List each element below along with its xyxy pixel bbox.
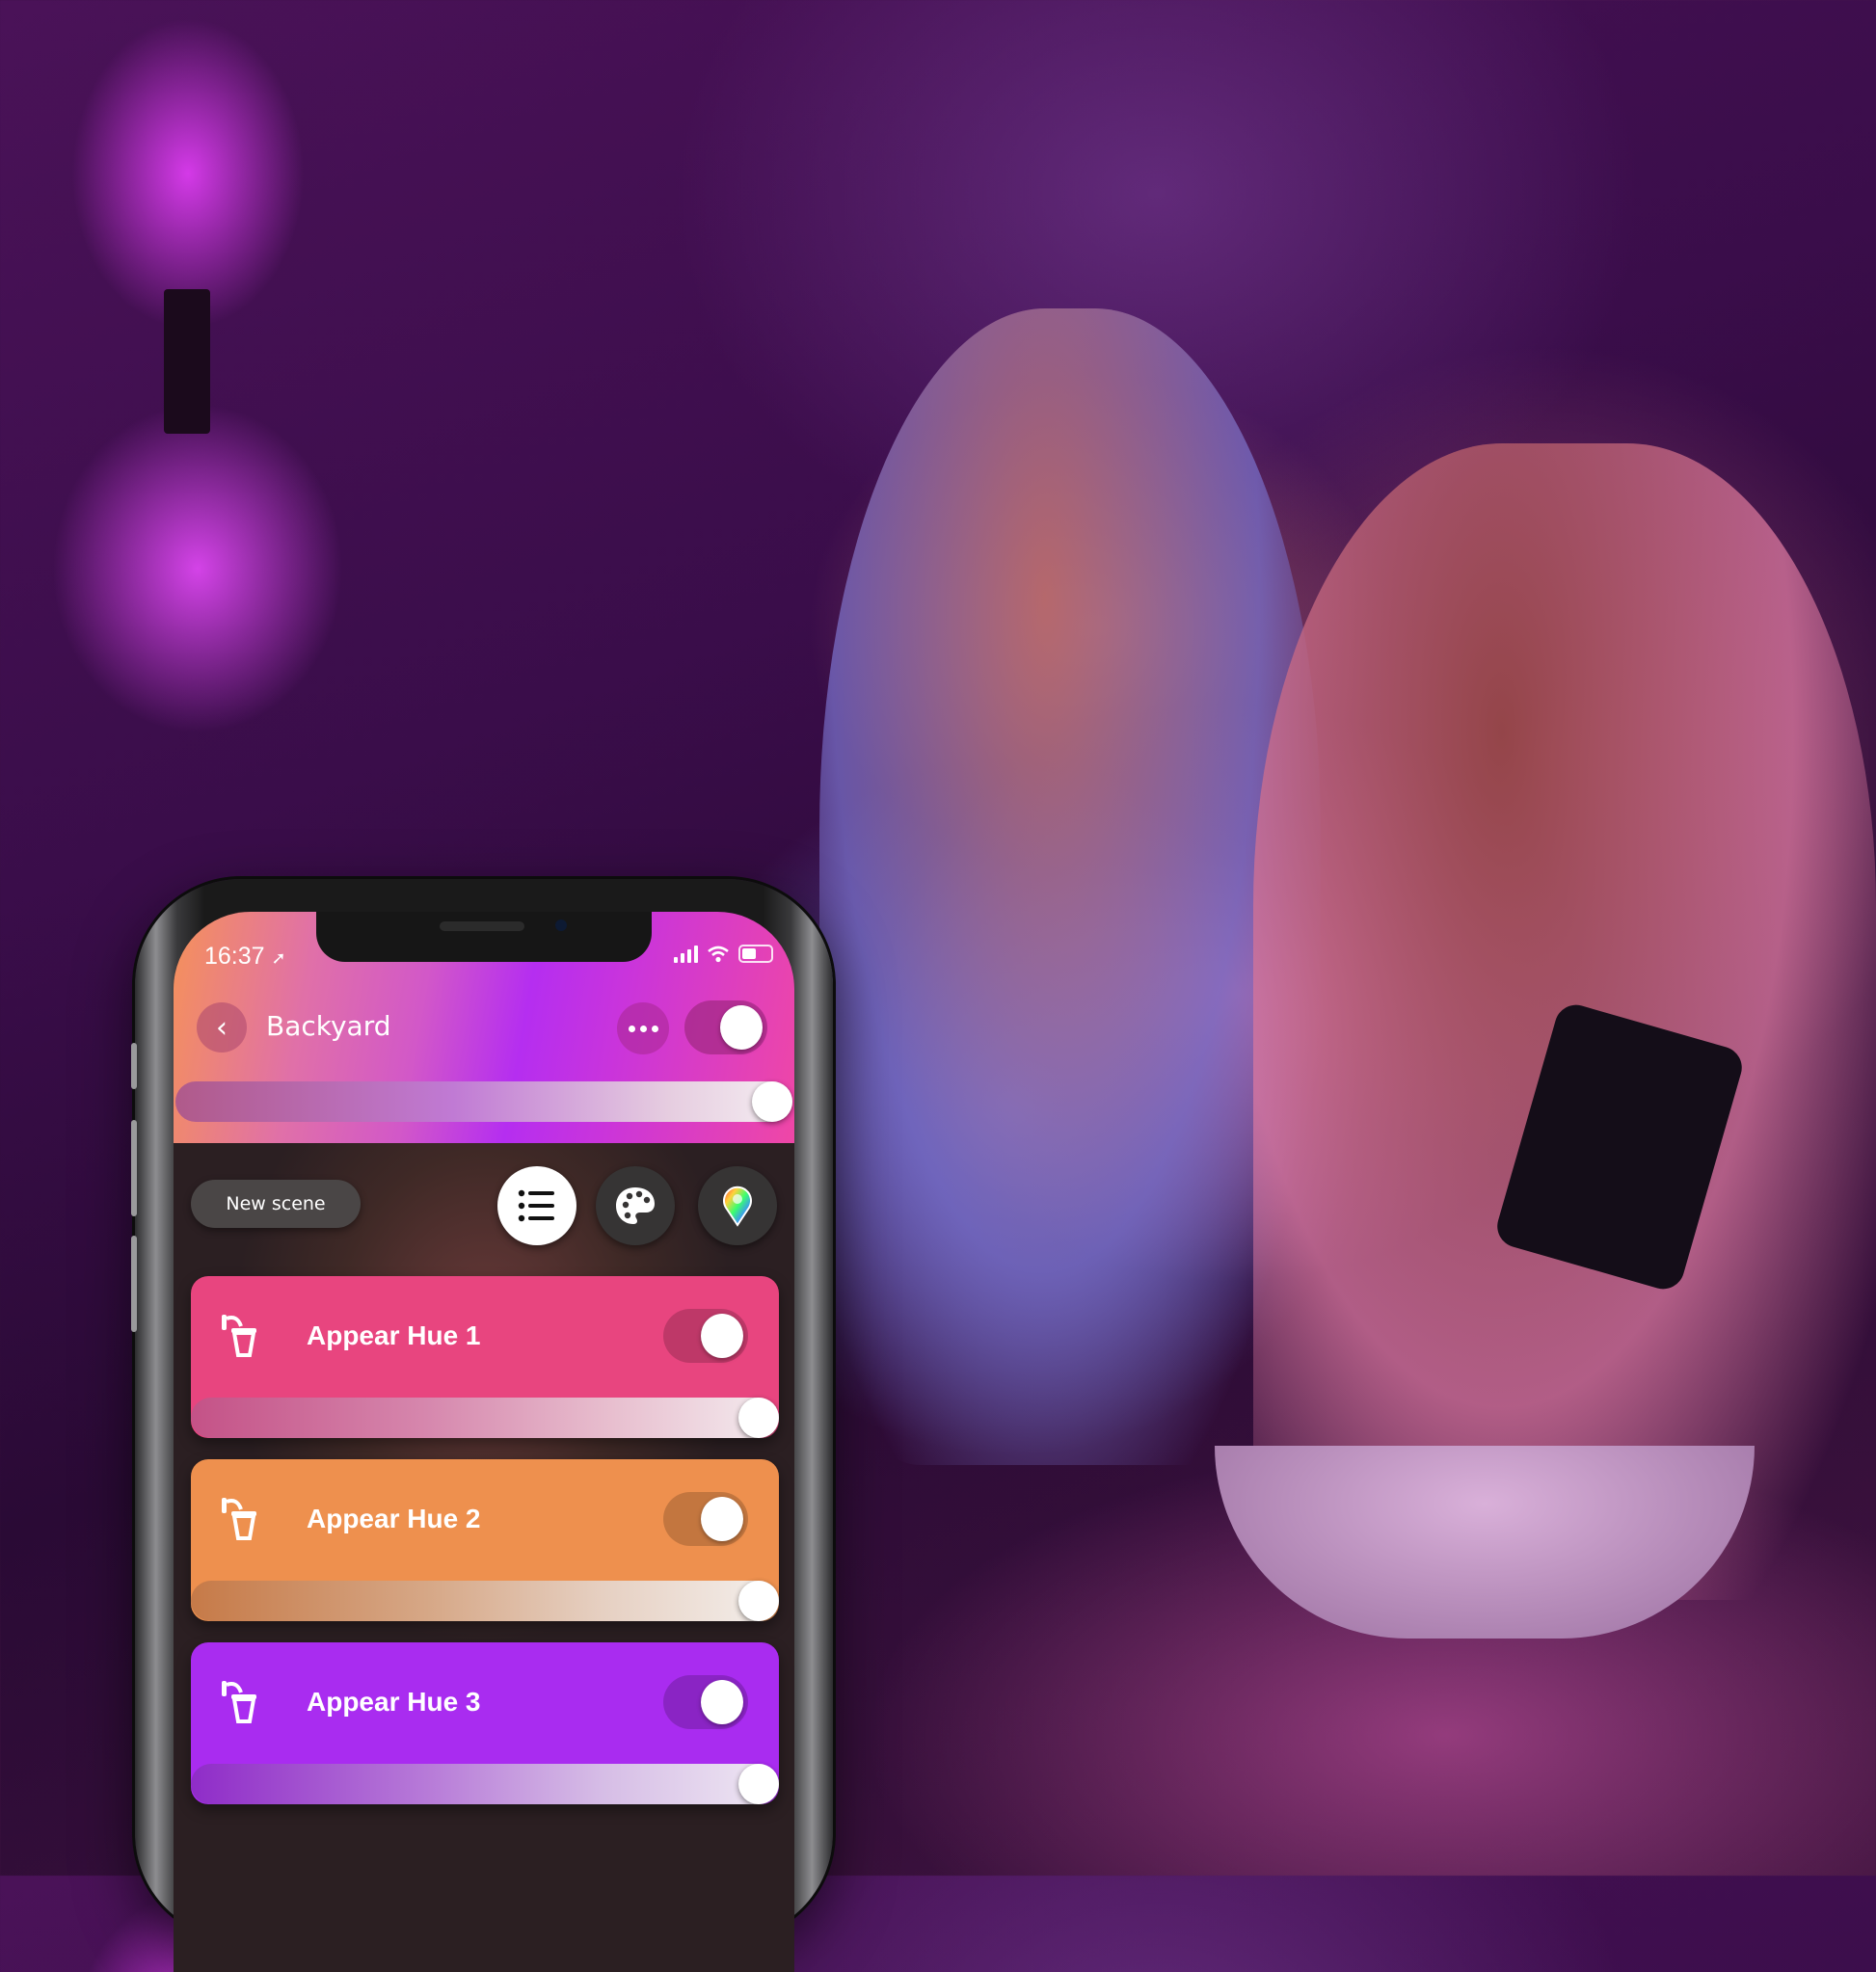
speaker-grille: [440, 921, 524, 931]
light-brightness-slider[interactable]: [191, 1764, 779, 1804]
light-power-toggle[interactable]: [663, 1309, 748, 1363]
light-card[interactable]: Appear Hue 1: [191, 1276, 779, 1438]
slider-handle[interactable]: [738, 1398, 779, 1438]
scene-gallery-button[interactable]: [596, 1166, 675, 1245]
light-card[interactable]: Appear Hue 3: [191, 1642, 779, 1804]
room-brightness-slider[interactable]: [175, 1081, 792, 1122]
wifi-icon: [708, 946, 729, 962]
mute-switch: [131, 1043, 137, 1089]
status-time: 16:37 ➚: [204, 943, 286, 971]
light-power-toggle[interactable]: [663, 1675, 748, 1729]
phone-mockup: 16:37 ➚ ‹ Backyard New scene Appear Hue …: [131, 879, 833, 1972]
volume-down-button: [131, 1236, 137, 1332]
volume-up-button: [131, 1120, 137, 1216]
lifestyle-photo-man: [819, 308, 1321, 1465]
snack-bowl-photo: [1215, 1446, 1755, 1639]
more-options-button[interactable]: [617, 1002, 669, 1054]
battery-icon: [738, 945, 773, 963]
slider-handle[interactable]: [752, 1081, 792, 1122]
light-name: Appear Hue 2: [307, 1504, 481, 1533]
palette-icon: [616, 1187, 655, 1224]
more-horizontal-icon: [628, 1025, 635, 1032]
light-card[interactable]: Appear Hue 2: [191, 1459, 779, 1621]
light-name: Appear Hue 3: [307, 1687, 481, 1717]
slider-handle[interactable]: [738, 1581, 779, 1621]
toggle-knob: [701, 1314, 743, 1358]
list-icon: [518, 1189, 554, 1222]
cellular-signal-icon: [674, 945, 698, 963]
slider-handle[interactable]: [738, 1764, 779, 1804]
new-scene-button[interactable]: New scene: [191, 1180, 361, 1228]
toggle-knob: [701, 1497, 743, 1541]
outdoor-wall-lantern-icon: [222, 1498, 256, 1540]
outdoor-wall-lantern-icon: [222, 1315, 256, 1357]
list-view-button[interactable]: [497, 1166, 576, 1245]
color-wheel-pin-icon: [723, 1186, 752, 1227]
app-screen: 16:37 ➚ ‹ Backyard New scene Appear Hue …: [174, 912, 794, 1972]
color-picker-button[interactable]: [698, 1166, 777, 1245]
status-icons: [674, 945, 773, 963]
held-phone-photo: [1492, 999, 1747, 1294]
location-arrow-icon: ➚: [271, 948, 286, 968]
chevron-left-icon: ‹: [216, 1010, 228, 1045]
light-brightness-slider[interactable]: [191, 1581, 779, 1621]
front-camera: [555, 919, 567, 931]
lifestyle-photo-woman: [1253, 443, 1876, 1600]
notch: [316, 912, 652, 962]
room-power-toggle[interactable]: [684, 1000, 767, 1054]
wall-lamp-photo: [164, 289, 210, 434]
toggle-knob: [720, 1005, 763, 1050]
clock: 16:37: [204, 943, 265, 970]
light-power-toggle[interactable]: [663, 1492, 748, 1546]
light-name: Appear Hue 1: [307, 1320, 481, 1350]
outdoor-wall-lantern-icon: [222, 1681, 256, 1723]
back-button[interactable]: ‹: [197, 1002, 247, 1053]
toggle-knob: [701, 1680, 743, 1724]
light-brightness-slider[interactable]: [191, 1398, 779, 1438]
room-title: Backyard: [266, 1010, 391, 1042]
